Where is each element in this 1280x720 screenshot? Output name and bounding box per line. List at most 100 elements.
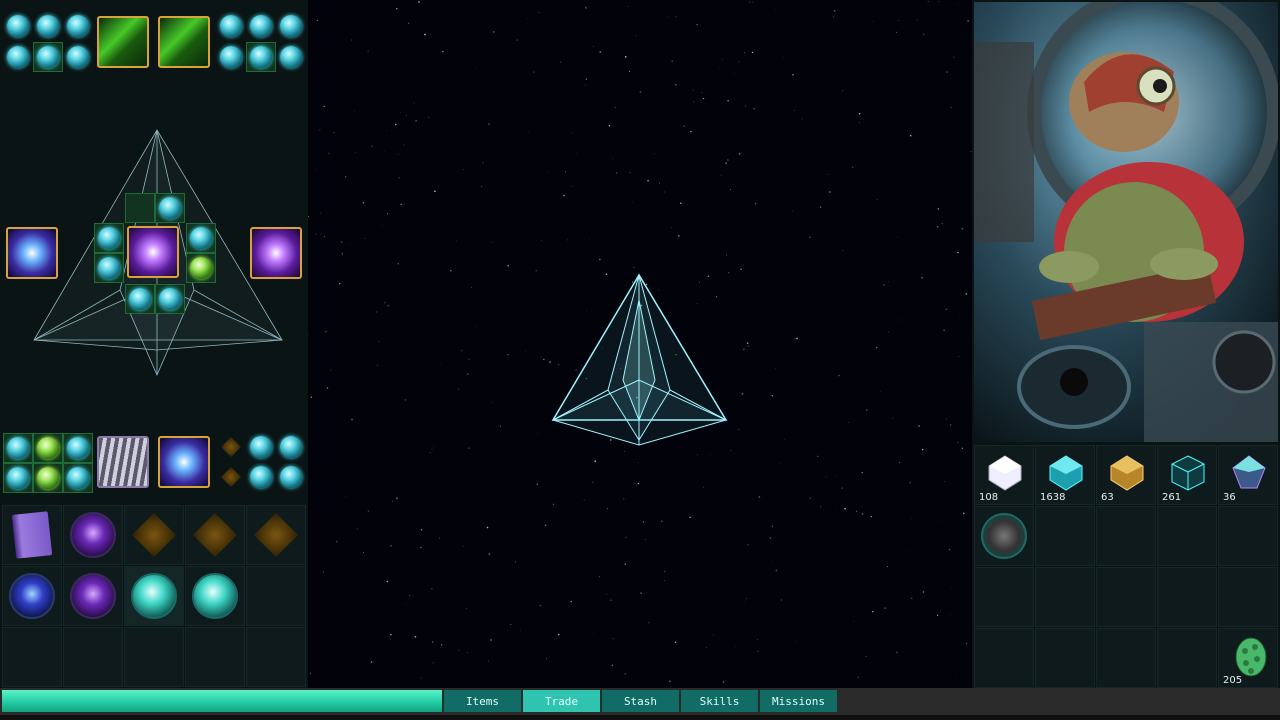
cargo-slot[interactable] (2, 566, 62, 626)
cargo-slot[interactable] (185, 505, 245, 565)
module-slot[interactable] (33, 463, 63, 493)
tab-trade[interactable]: Trade (523, 690, 600, 712)
trade-slot[interactable] (1096, 506, 1156, 566)
gold-hex-icon (221, 437, 241, 457)
trade-slot[interactable] (1157, 628, 1217, 688)
trade-slot[interactable] (1096, 628, 1156, 688)
cargo-slot[interactable] (124, 566, 184, 626)
core-socket[interactable] (94, 253, 124, 283)
trade-slot[interactable] (1035, 628, 1095, 688)
purple-plasma-icon (70, 512, 116, 558)
module-orb-icon (37, 437, 59, 459)
module-slot[interactable] (247, 433, 275, 461)
module-slot[interactable] (217, 433, 245, 461)
module-slot[interactable] (247, 12, 275, 40)
trader-panel: 108 1638 63 261 36 205 (972, 0, 1280, 688)
module-slot[interactable] (277, 43, 305, 71)
blue-sigil-icon (9, 573, 55, 619)
module-orb-icon (220, 15, 242, 37)
module-slot[interactable] (63, 463, 93, 493)
cargo-slot[interactable] (63, 566, 123, 626)
core-socket-empty[interactable] (125, 193, 155, 223)
trade-slot[interactable] (974, 506, 1034, 566)
weapon-slot-gatling[interactable] (97, 16, 149, 68)
module-slot[interactable] (277, 433, 305, 461)
module-slot[interactable] (63, 433, 93, 463)
space-view[interactable] (308, 0, 972, 688)
core-socket[interactable] (186, 253, 216, 283)
tab-missions[interactable]: Missions (760, 690, 837, 712)
module-orb-icon (7, 437, 29, 459)
module-slot[interactable] (33, 42, 63, 72)
module-slot[interactable] (217, 463, 245, 491)
module-slot[interactable] (247, 463, 275, 491)
module-orb-icon (98, 227, 120, 249)
module-slot[interactable] (34, 12, 62, 40)
warp-slot[interactable] (158, 436, 210, 488)
module-orb-icon (7, 46, 29, 68)
core-socket[interactable] (155, 193, 185, 223)
core-socket[interactable] (125, 284, 155, 314)
tab-skills[interactable]: Skills (681, 690, 758, 712)
cargo-slot[interactable] (2, 505, 62, 565)
trade-slot[interactable]: 205 (1218, 628, 1278, 688)
module-slot[interactable] (33, 433, 63, 463)
resource-count: 108 (979, 492, 999, 503)
trade-slot[interactable] (1157, 567, 1217, 627)
module-slot[interactable] (3, 433, 33, 463)
trade-slot[interactable] (1035, 506, 1095, 566)
player-ship[interactable] (308, 0, 972, 688)
module-slot[interactable] (277, 12, 305, 40)
engine-slot[interactable] (250, 227, 302, 279)
green-egg-icon (1235, 637, 1267, 677)
module-orb-icon (7, 15, 29, 37)
core-socket[interactable] (94, 223, 124, 253)
shield-slot[interactable] (6, 227, 58, 279)
trade-slot[interactable] (1096, 567, 1156, 627)
resource-slot[interactable]: 36 (1218, 445, 1278, 505)
energy-bar (2, 690, 442, 712)
cargo-slot[interactable] (246, 566, 306, 626)
module-orb-icon (280, 46, 302, 68)
module-slot[interactable] (246, 42, 276, 72)
cargo-slot[interactable] (63, 505, 123, 565)
gold-hex-icon (254, 513, 298, 557)
module-slot[interactable] (3, 463, 33, 493)
resource-slot[interactable]: 108 (974, 445, 1034, 505)
trade-slot[interactable] (1218, 567, 1278, 627)
module-slot[interactable] (4, 43, 32, 71)
cargo-slot[interactable] (246, 627, 306, 687)
ship-loadout-panel (0, 0, 308, 688)
reactor-core-slot[interactable] (127, 226, 179, 278)
cargo-slot[interactable] (2, 627, 62, 687)
module-orb-icon (37, 15, 59, 37)
trade-slot[interactable] (974, 628, 1034, 688)
tab-stash[interactable]: Stash (602, 690, 679, 712)
trade-slot[interactable] (1157, 506, 1217, 566)
cargo-slot[interactable] (63, 627, 123, 687)
gold-hex-icon (193, 513, 237, 557)
resource-slot[interactable]: 261 (1157, 445, 1217, 505)
trade-slot[interactable] (1218, 506, 1278, 566)
weapon-slot-gatling[interactable] (158, 16, 210, 68)
module-slot[interactable] (217, 43, 245, 71)
cargo-slot[interactable] (185, 627, 245, 687)
module-slot[interactable] (217, 12, 245, 40)
module-slot[interactable] (64, 12, 92, 40)
trade-slot[interactable] (1035, 567, 1095, 627)
armor-slot[interactable] (97, 436, 149, 488)
module-slot[interactable] (64, 43, 92, 71)
core-socket[interactable] (155, 284, 185, 314)
cargo-slot[interactable] (246, 505, 306, 565)
cargo-slot[interactable] (124, 505, 184, 565)
module-slot[interactable] (277, 463, 305, 491)
module-slot[interactable] (4, 12, 32, 40)
cargo-slot[interactable] (124, 627, 184, 687)
resource-slot[interactable]: 1638 (1035, 445, 1095, 505)
core-socket[interactable] (186, 223, 216, 253)
trade-slot[interactable] (974, 567, 1034, 627)
cargo-slot[interactable] (185, 566, 245, 626)
resource-slot[interactable]: 63 (1096, 445, 1156, 505)
tab-items[interactable]: Items (444, 690, 521, 712)
module-orb-icon (280, 15, 302, 37)
